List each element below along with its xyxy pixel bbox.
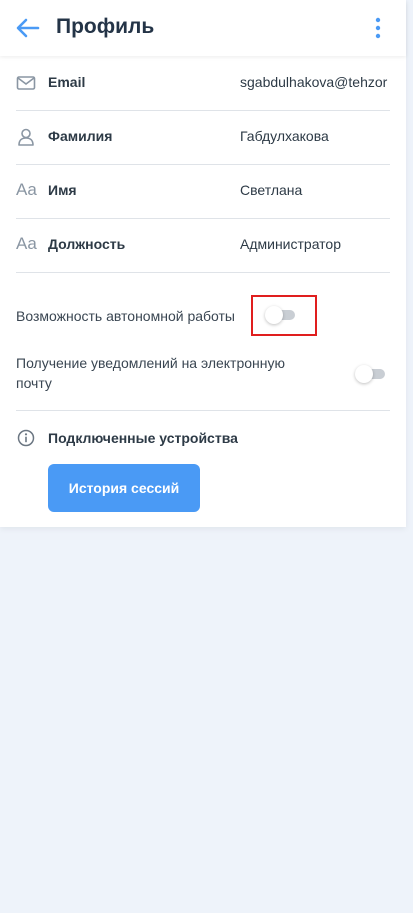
back-button[interactable] (14, 16, 42, 40)
name-label: Имя (48, 182, 77, 198)
position-label: Должность (48, 236, 126, 252)
info-icon (17, 429, 35, 447)
toggle-knob (355, 365, 373, 383)
offline-mode-label: Возможность автономной работы (16, 308, 235, 324)
text-aa-icon: Aa (16, 234, 37, 253)
email-row: Email sgabdulhakova@tehzor (16, 56, 390, 111)
surname-label: Фамилия (48, 128, 113, 144)
position-row: Aa Должность Администратор (16, 218, 390, 273)
name-row: Aa Имя Светлана (16, 164, 390, 219)
text-aa-icon: Aa (16, 180, 37, 199)
more-vertical-icon (375, 17, 381, 39)
email-label: Email (48, 74, 86, 90)
highlight-box (251, 295, 317, 336)
name-value: Светлана (240, 182, 303, 198)
divider (16, 410, 390, 411)
connected-devices-label: Подключенные устройства (48, 430, 238, 446)
email-notifications-label: Получение уведомлений на электронную поч… (16, 355, 286, 391)
page-title: Профиль (56, 15, 155, 38)
more-menu-button[interactable] (370, 16, 386, 40)
email-notifications-toggle[interactable] (355, 364, 387, 384)
arrow-left-icon (16, 18, 40, 38)
app-header: Профиль (0, 0, 406, 56)
session-history-button[interactable]: История сессий (48, 464, 200, 512)
surname-row: Фамилия Габдулхакова (16, 110, 390, 165)
surname-value: Габдулхакова (240, 128, 329, 144)
position-value: Администратор (240, 236, 342, 252)
email-value: sgabdulhakova@tehzor (240, 74, 388, 90)
user-icon (16, 127, 36, 147)
mail-icon (16, 73, 36, 93)
